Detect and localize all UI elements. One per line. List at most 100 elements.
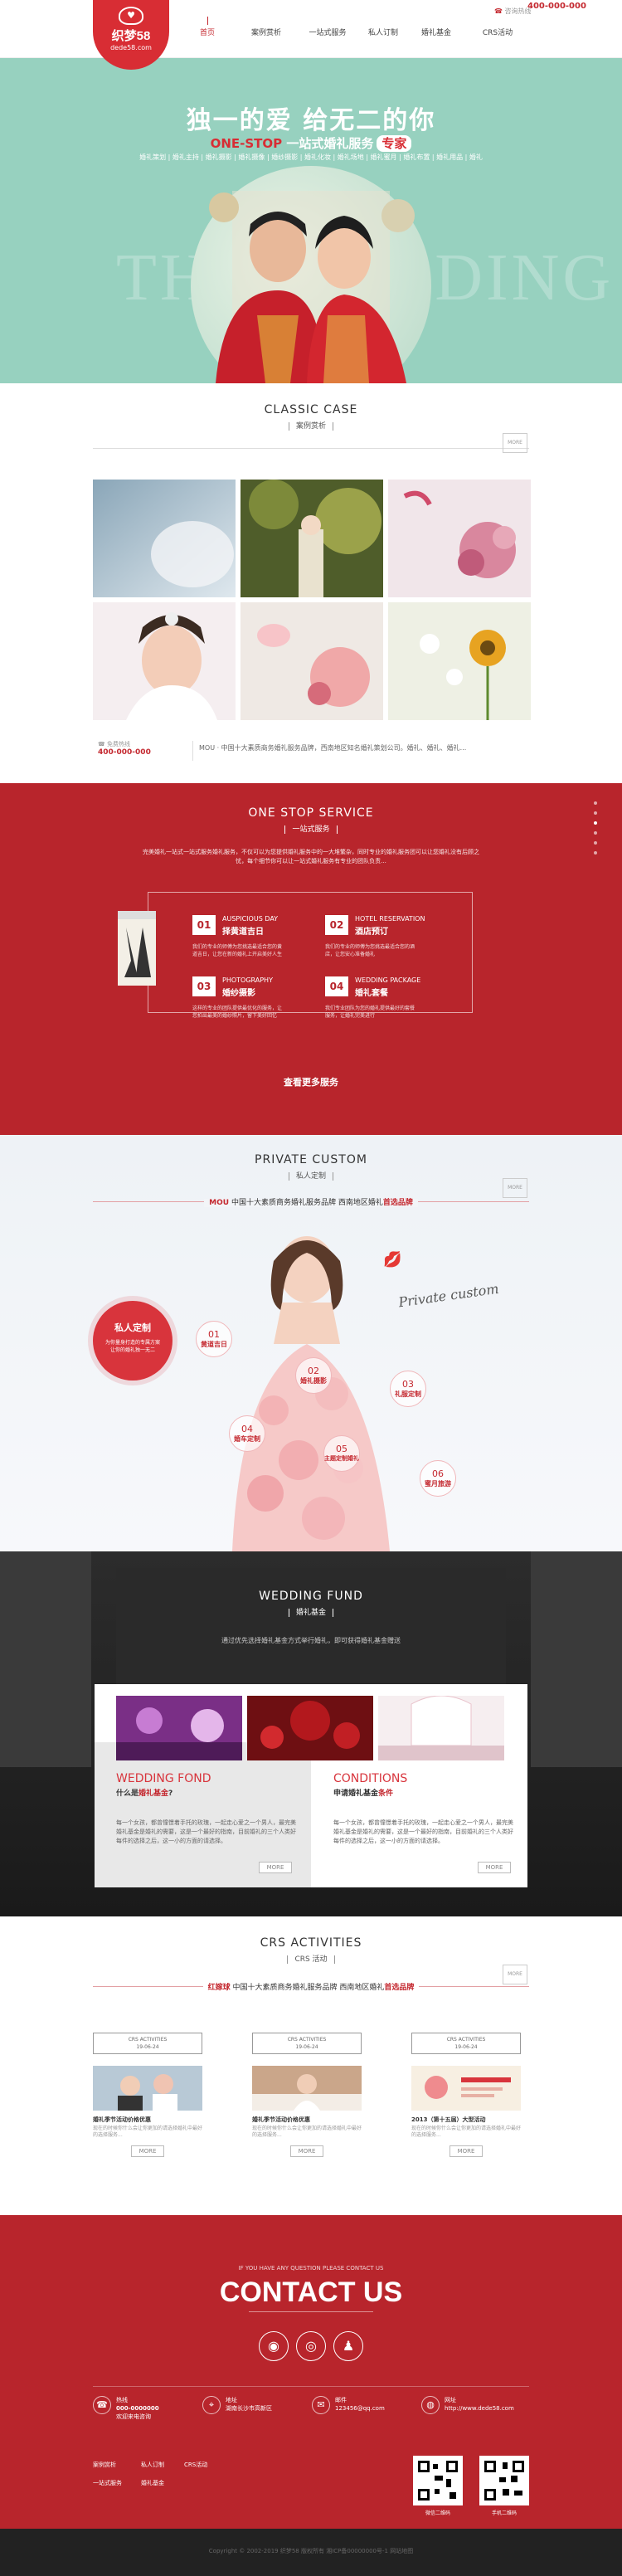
fund-left-more[interactable]: MORE [259, 1862, 292, 1873]
fund-left-desc: 每一个女孩，都曾憧憬着手托的玫瑰，一起走心爱之一个男人，最完美婚礼基金是婚礼的需… [116, 1819, 296, 1844]
case-thumb-5[interactable] [241, 602, 383, 720]
custom-item-dress[interactable]: 03 礼服定制 [390, 1371, 426, 1407]
divider [249, 2311, 373, 2312]
logo-icon: ♥ [119, 7, 143, 25]
nav-crs[interactable]: CRS活动 [479, 27, 516, 43]
fund-intro: 通过优先选择婚礼基金方式举行婚礼，即可获得婚礼基金赠送 [221, 1637, 401, 1644]
phone-icon: ☎ [494, 7, 503, 15]
custom-item-honeymoon[interactable]: 06 蜜月旅游 [420, 1460, 456, 1497]
divider [93, 448, 529, 449]
footer-link-private[interactable]: 私人订制 [141, 2461, 164, 2469]
case-thumb-2[interactable] [241, 480, 383, 597]
private-title-en: PRIVATE CUSTOM [255, 1153, 367, 1166]
footer-link-cases[interactable]: 案例赏析 [93, 2461, 116, 2469]
divider [93, 2386, 529, 2387]
case-thumb-3[interactable] [388, 480, 531, 597]
nav-home[interactable]: 首页 [196, 17, 219, 43]
contact-email: 邮件 123456@qq.com [335, 2397, 385, 2412]
crs-slogan: 红嫁球 中国十大素质商务婚礼服务品牌 西南地区婚礼首选品牌 [0, 1981, 622, 1992]
contact-address: 地址 湖南长沙市高新区 [226, 2397, 272, 2412]
case-thumb-6[interactable] [388, 602, 531, 720]
phone-icon: ☎ [93, 2396, 111, 2414]
crs-more-button[interactable]: MORE [503, 1965, 527, 1984]
custom-item-photo[interactable]: 02 婚礼摄影 [295, 1357, 332, 1394]
onestop-heading: ONE STOP SERVICE 一站式服务 [0, 806, 622, 834]
globe-icon: ◍ [421, 2396, 440, 2414]
more-services-link[interactable]: 查看更多服务 [0, 1075, 622, 1088]
hero-banner: THE WEDDING 独一的爱 给无二的你 ONE-STOP 一站式婚礼服务专… [0, 58, 622, 383]
nav-private[interactable]: 私人订制 [367, 27, 400, 43]
qq-icon[interactable]: ♟ [333, 2331, 363, 2361]
case-thumb-4[interactable] [93, 602, 236, 720]
mail-icon: ✉ [312, 2396, 330, 2414]
copyright: Copyright © 2002-2019 织梦58 版权所有 湘ICP备000… [208, 2548, 414, 2554]
hero-desc: 婚礼策划 | 婚礼主持 | 婚礼摄影 | 婚礼摄像 | 婚纱摄影 | 婚礼化妆 … [139, 153, 483, 161]
couple-photo [209, 191, 415, 383]
footer-link-crs[interactable]: CRS活动 [184, 2461, 207, 2469]
logo-title: 织梦58 [111, 29, 151, 43]
private-slogan: MOU 中国十大素质商务婚礼服务品牌 西南地区婚礼首选品牌 [0, 1196, 622, 1207]
divider [192, 741, 193, 761]
classic-title-en: CLASSIC CASE [264, 403, 358, 416]
weibo-icon[interactable]: ◉ [259, 2331, 289, 2361]
hero-subtitle: ONE-STOP 一站式婚礼服务 专家 [0, 134, 622, 152]
nav-fund[interactable]: 婚礼基金 [420, 27, 453, 43]
header-hotline-label: ☎ 咨询热线 [494, 7, 532, 15]
crs-card-2[interactable]: CRS ACTIVITIES 19-06-24 婚礼季节活动价格优惠 现在的时候你… [252, 2033, 362, 2157]
nav-cases[interactable]: 案例赏析 [245, 27, 287, 43]
crs-title-en: CRS ACTIVITIES [260, 1936, 362, 1950]
crs-photo-1 [93, 2066, 202, 2111]
wechat-qr-label: 微信二维码 [425, 2510, 450, 2516]
crs-photo-3 [411, 2066, 521, 2111]
fund-title-en: WEDDING FUND [259, 1590, 363, 1603]
private-heading: PRIVATE CUSTOM 私人定制 [0, 1153, 622, 1181]
hero-title: 独一的爱 给无二的你 [186, 106, 436, 135]
custom-item-car[interactable]: 04 婚车定制 [229, 1415, 265, 1452]
fund-right-subtitle: 申请婚礼基金条件 [333, 1790, 394, 1798]
crs-card-3[interactable]: CRS ACTIVITIES 19-06-24 2013（第十五届）大型活动 现在… [411, 2033, 521, 2157]
onestop-title-cn: 一站式服务 [0, 823, 622, 834]
private-badge[interactable]: 私人定制 为你量身打造的专属方案让你的婚礼独一无二 [93, 1301, 173, 1381]
private-title-cn: 私人定制 [0, 1170, 622, 1181]
side-dots[interactable] [594, 801, 597, 861]
dress-photo [118, 911, 156, 986]
classic-heading: CLASSIC CASE 案例赏析 [0, 403, 622, 431]
crs-title-cn: CRS 活动 [0, 1953, 622, 1964]
crs-more-3[interactable]: MORE [449, 2145, 483, 2157]
mobile-qr [479, 2456, 529, 2505]
nav-onestop[interactable]: 一站式服务 [307, 27, 348, 43]
classic-more-button[interactable]: MORE [503, 433, 527, 453]
contact-website: 网址 http://www.dede58.com [445, 2397, 514, 2412]
location-icon: ⌖ [202, 2396, 221, 2414]
onestop-title-en: ONE STOP SERVICE [248, 806, 374, 820]
logo-url: dede58.com [110, 44, 152, 51]
private-more-button[interactable]: MORE [503, 1178, 527, 1198]
contact-title: CONTACT US [219, 2277, 403, 2308]
classic-hotline: ☎ 免费热线 400-000-000 [98, 741, 151, 757]
crs-card-1[interactable]: CRS ACTIVITIES 19-06-24 婚礼季节活动价格优惠 现在的时候你… [93, 2033, 202, 2157]
fund-left-title: WEDDING FOND [116, 1772, 211, 1785]
crs-more-1[interactable]: MORE [131, 2145, 164, 2157]
contact-pre: IF YOU HAVE ANY QUESTION PLEASE CONTACT … [238, 2265, 384, 2272]
wechat-qr [413, 2456, 463, 2505]
custom-item-theme[interactable]: 05 主题定制婚礼 [323, 1435, 360, 1472]
footer-link-fund[interactable]: 婚礼基金 [141, 2479, 164, 2487]
footer-link-onestop[interactable]: 一站式服务 [93, 2479, 122, 2487]
contact-phone: 热线 000-0000000 欢迎来电咨询 [116, 2397, 159, 2420]
onestop-intro: 完美婚礼一站式一站式服务婚礼服务，不仅可以为您提供婚礼服务中的一大堆繁杂，同时专… [143, 849, 479, 864]
wechat-icon[interactable]: ◎ [296, 2331, 326, 2361]
classic-title-cn: 案例赏析 [0, 420, 622, 431]
custom-item-auspicious[interactable]: 01 黄道吉日 [196, 1321, 232, 1357]
fund-photo-1 [116, 1696, 242, 1760]
case-thumb-1[interactable] [93, 480, 236, 597]
mobile-qr-label: 手机二维码 [491, 2510, 517, 2516]
fund-heading: WEDDING FUND 婚礼基金 [0, 1590, 622, 1617]
fund-right-more[interactable]: MORE [478, 1862, 511, 1873]
classic-intro: MOU · 中国十大素质商务婚礼服务品牌，西南地区知名婚礼策划公司。婚礼、婚礼、… [199, 744, 467, 752]
crs-heading: CRS ACTIVITIES CRS 活动 [0, 1936, 622, 1964]
crs-photo-2 [252, 2066, 362, 2111]
fund-right-title: CONDITIONS [333, 1772, 408, 1785]
site-footer: Copyright © 2002-2019 织梦58 版权所有 湘ICP备000… [0, 2529, 622, 2576]
fund-photo-2 [247, 1696, 373, 1760]
crs-more-2[interactable]: MORE [290, 2145, 323, 2157]
